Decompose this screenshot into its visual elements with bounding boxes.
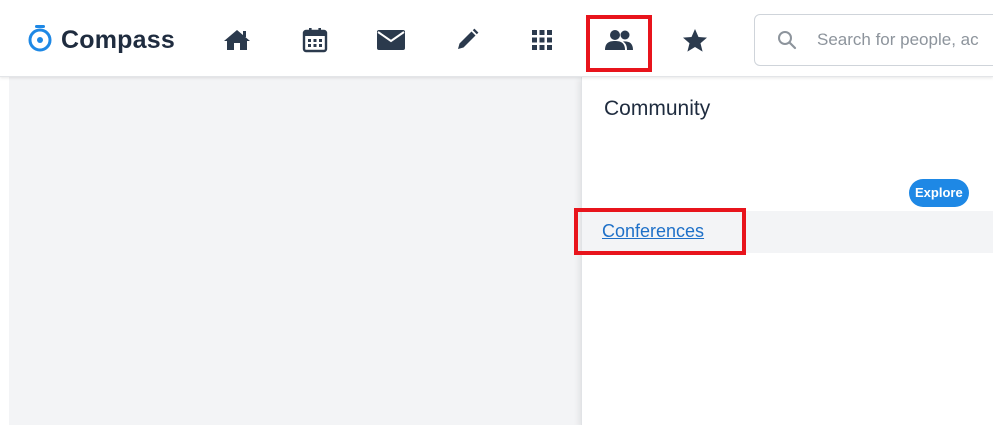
nav-favourites-button[interactable] xyxy=(675,20,715,60)
nav-home-button[interactable] xyxy=(217,20,257,60)
compass-logo[interactable]: Compass xyxy=(27,20,175,60)
apps-grid-icon xyxy=(532,30,552,50)
explore-button[interactable]: Explore xyxy=(909,179,969,207)
dropdown-title: Community xyxy=(604,97,711,120)
nav-edit-button[interactable] xyxy=(447,20,487,60)
home-icon xyxy=(224,30,250,50)
search-input[interactable] xyxy=(817,27,993,53)
global-search-box[interactable] xyxy=(754,14,993,66)
star-icon xyxy=(683,28,707,52)
search-icon xyxy=(778,31,797,50)
dropdown-menu-item[interactable]: Conferences xyxy=(582,211,993,253)
main-content-area xyxy=(9,77,581,425)
mail-icon xyxy=(377,30,405,50)
top-navigation-bar: Compass xyxy=(0,0,993,77)
conferences-link[interactable]: Conferences xyxy=(602,221,704,242)
nav-apps-button[interactable] xyxy=(522,20,562,60)
page-edge xyxy=(0,77,9,425)
compass-logo-icon xyxy=(27,24,53,57)
calendar-icon xyxy=(302,28,328,53)
brand-name: Compass xyxy=(61,25,175,54)
people-icon xyxy=(605,30,633,50)
nav-calendar-button[interactable] xyxy=(295,20,335,60)
nav-community-button[interactable] xyxy=(599,20,639,60)
nav-mail-button[interactable] xyxy=(371,20,411,60)
community-dropdown-panel: Community Explore Conferences xyxy=(581,77,993,425)
pencil-icon xyxy=(458,28,479,49)
